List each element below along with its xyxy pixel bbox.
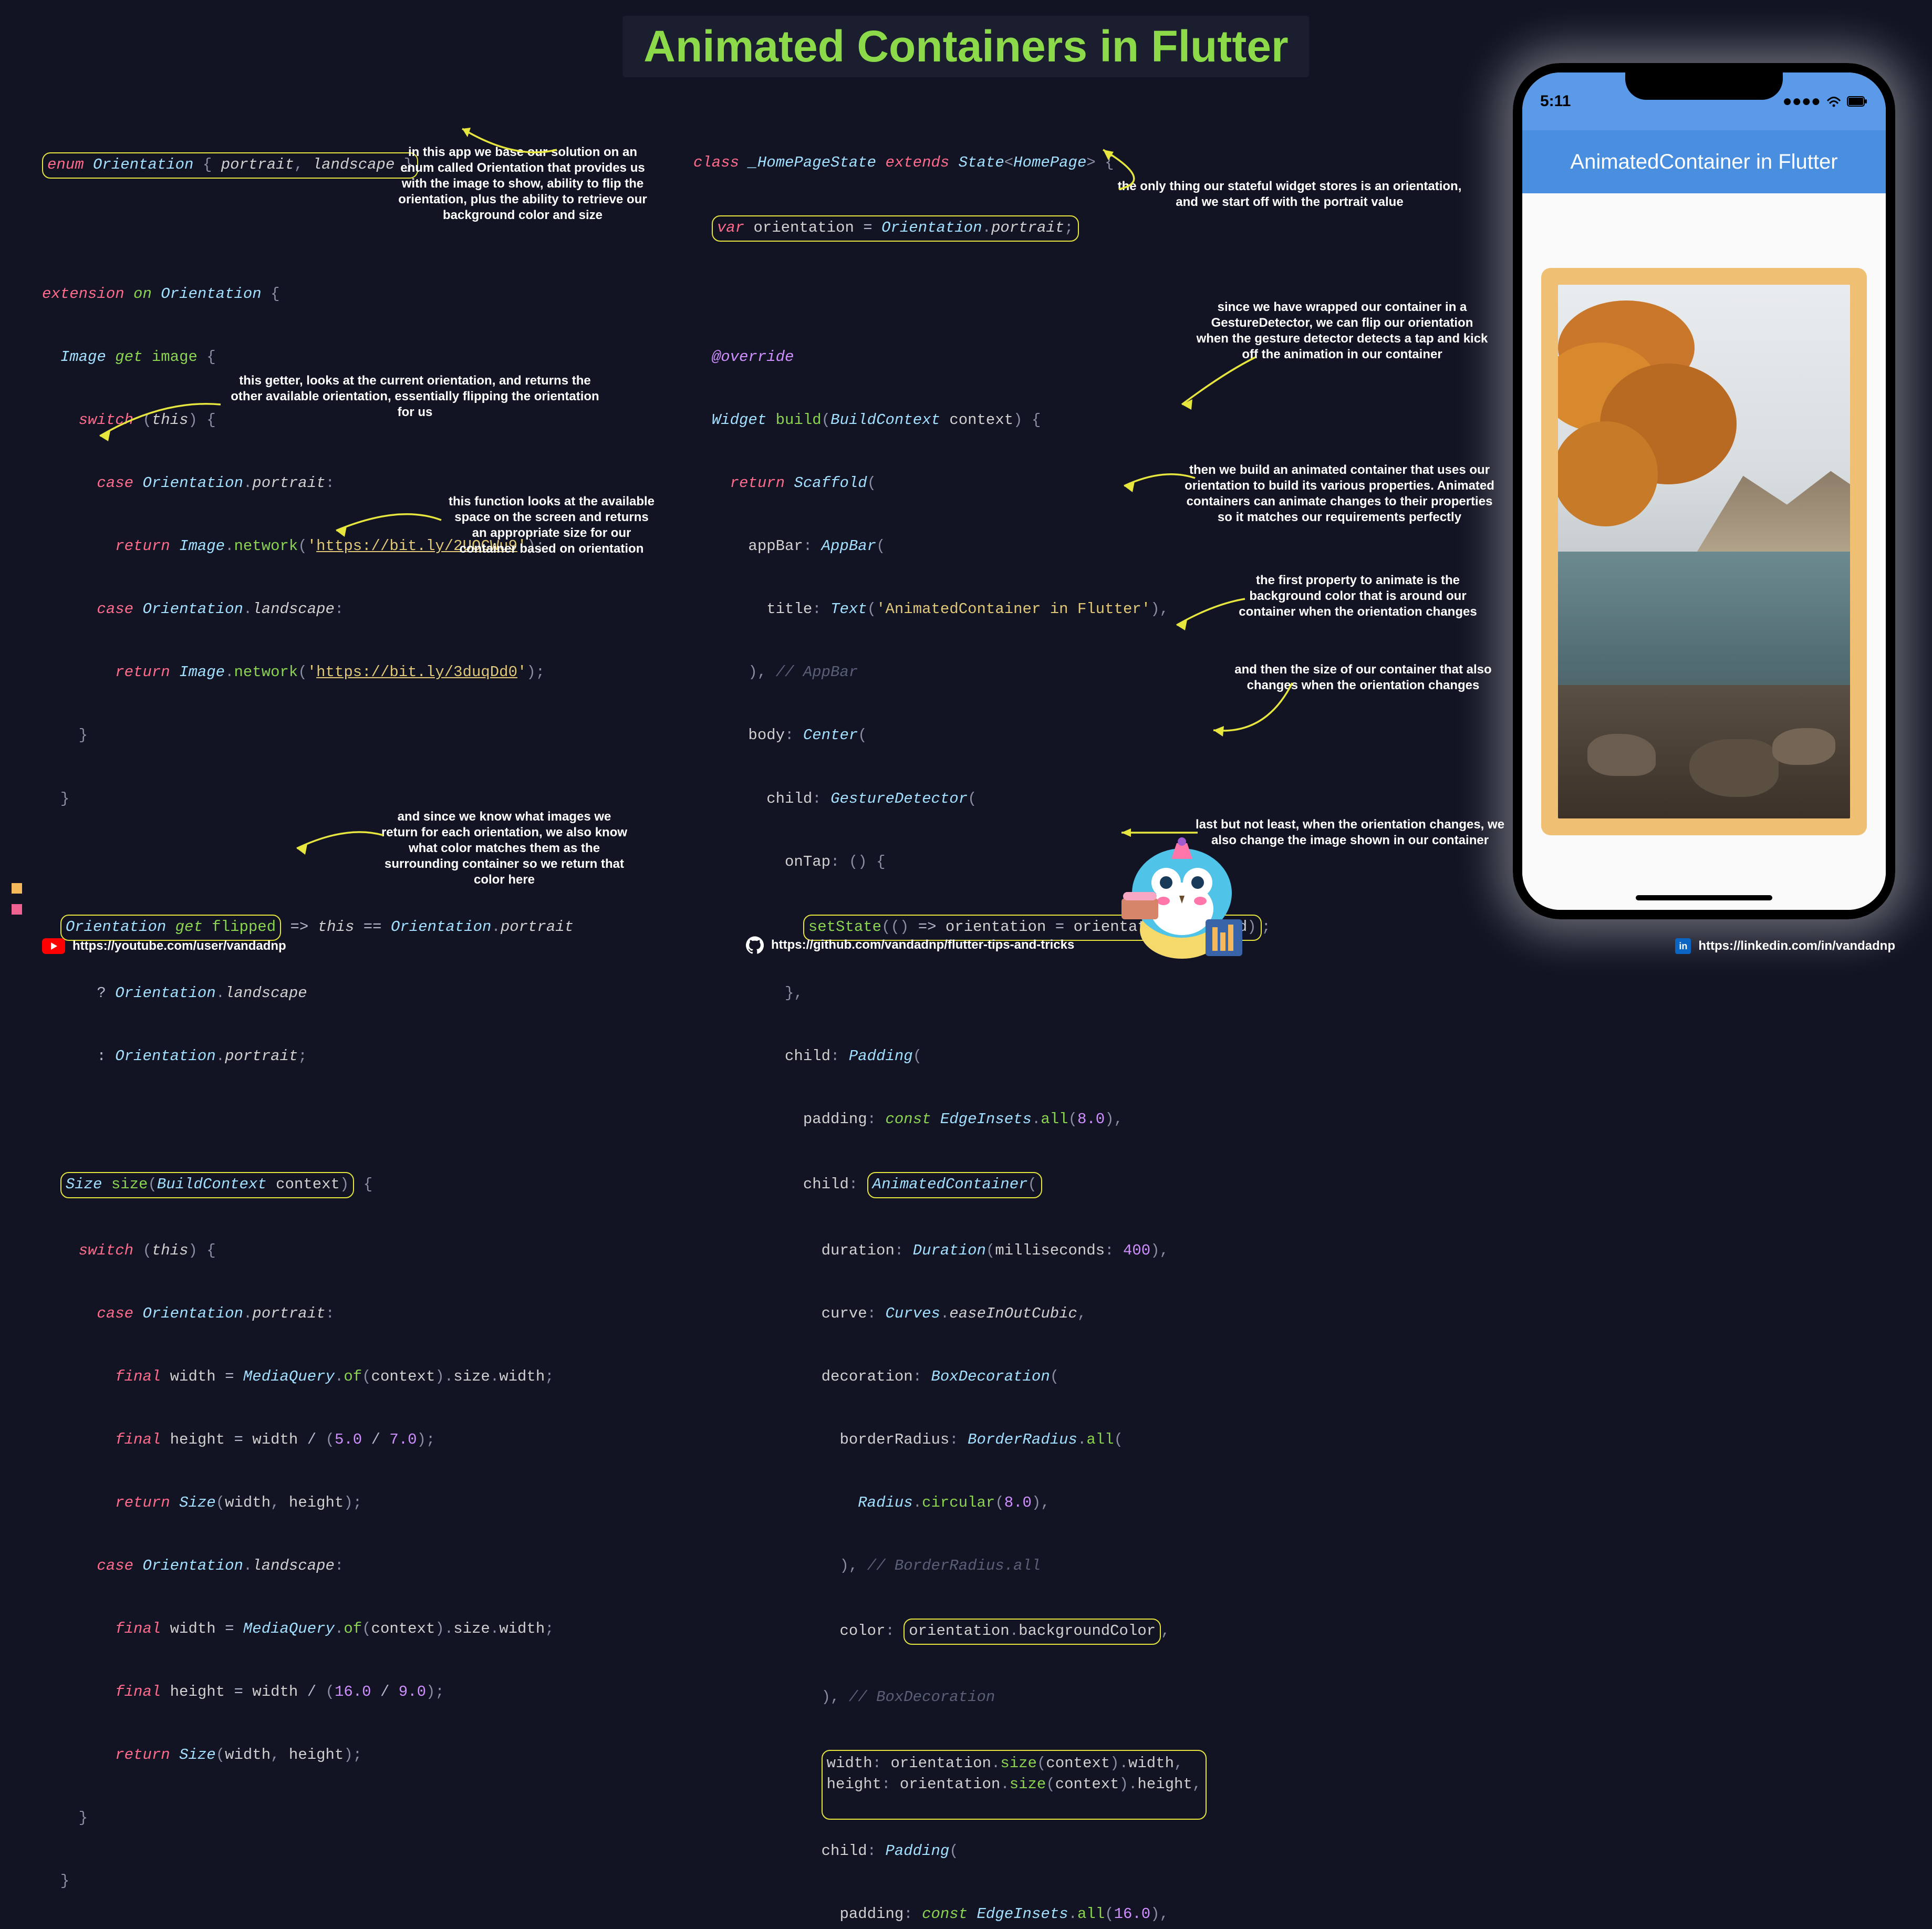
youtube-link: https://youtube.com/user/vandadnp [72, 939, 286, 953]
github-link: https://github.com/vandadnp/flutter-tips… [771, 938, 1074, 952]
annotation-flipped: this getter, looks at the current orient… [226, 373, 604, 420]
annotation-bg: the first property to animate is the bac… [1232, 573, 1484, 620]
portrait-photo [1558, 285, 1850, 818]
footer-github[interactable]: https://github.com/vandadnp/flutter-tips… [746, 936, 1074, 954]
battery-icon [1847, 96, 1868, 107]
orange-swatch [12, 883, 22, 894]
cellular-icon: ●●●● [1783, 92, 1821, 110]
footer-youtube[interactable]: https://youtube.com/user/vandadnp [42, 938, 286, 954]
annotation-size2: and then the size of our container that … [1224, 662, 1502, 693]
phone-time: 5:11 [1540, 92, 1571, 110]
linkedin-icon: in [1675, 938, 1691, 954]
annotation-var: the only thing our stateful widget store… [1108, 179, 1471, 210]
phone-notch [1625, 72, 1783, 100]
wifi-icon [1826, 96, 1842, 107]
github-icon [746, 936, 764, 954]
annotation-bgcolor: and since we know what images we return … [378, 809, 630, 888]
phone-mockup: 5:11 ●●●● AnimatedContainer in Flutter [1513, 63, 1895, 919]
annotation-enum: in this app we base our solution on an e… [397, 144, 649, 223]
pink-swatch [12, 904, 22, 915]
page-title: Animated Containers in Flutter [622, 16, 1309, 77]
dash-mascot-icon [1114, 830, 1250, 967]
linkedin-link: https://linkedin.com/in/vandadnp [1698, 939, 1895, 953]
animated-container-card[interactable] [1541, 268, 1867, 835]
phone-app-title: AnimatedContainer in Flutter [1570, 150, 1837, 174]
annotation-gesture: since we have wrapped our container in a… [1195, 299, 1489, 362]
youtube-icon [42, 938, 65, 954]
footer-linkedin[interactable]: in https://linkedin.com/in/vandadnp [1675, 938, 1895, 954]
phone-appbar: AnimatedContainer in Flutter [1522, 130, 1886, 193]
annotation-animated: then we build an animated container that… [1182, 462, 1497, 525]
home-indicator [1636, 895, 1772, 900]
code-right: class _HomePageState extends State<HomeP… [693, 110, 1492, 1929]
annotation-size: this function looks at the available spa… [446, 494, 657, 557]
